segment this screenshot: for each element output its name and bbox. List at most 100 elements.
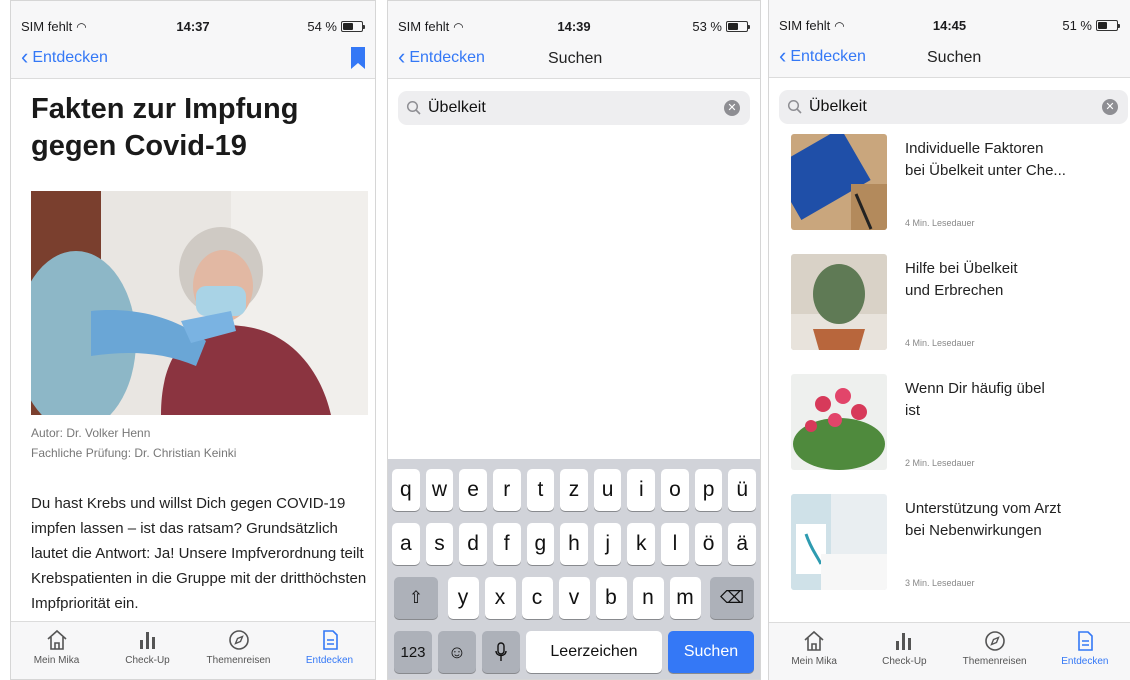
back-button[interactable]: ‹ Entdecken [398,45,485,67]
tab-entdecken[interactable]: Entdecken [1040,623,1130,680]
clear-icon[interactable]: ✕ [1102,99,1118,115]
tab-bar: Mein Mika Check-Up Themenreisen Entdecke… [769,622,1130,680]
bar-chart-icon [896,633,912,650]
key[interactable]: j [593,523,622,565]
key[interactable]: d [459,523,487,565]
article-title: Fakten zur Impfung gegen Covid-19 [31,93,299,162]
compass-icon [228,630,249,650]
clear-icon[interactable]: ✕ [724,100,740,116]
document-icon [322,630,338,650]
key[interactable]: s [425,523,454,565]
status-bar: SIM fehlt ◠ 14:39 53 % [388,1,760,41]
key[interactable]: v [558,577,590,619]
backspace-icon[interactable]: ⌫ [710,577,754,619]
result-item[interactable]: Individuelle Faktoren bei Übelkeit unter… [791,132,1130,252]
search-input[interactable]: Übelkeit [428,99,724,117]
tab-themenreisen[interactable]: Themenreisen [950,623,1040,680]
article-hero-image [31,191,368,415]
key[interactable]: x [484,577,516,619]
battery-percent: 54 % [307,19,337,34]
result-read-time: 2 Min. Lesedauer [905,458,975,468]
tab-check-up[interactable]: Check-Up [102,622,193,679]
search-field[interactable]: Übelkeit ✕ [779,90,1128,124]
space-key[interactable]: Leerzeichen [526,631,662,673]
result-title: Wenn Dir häufig übel ist [905,380,1045,419]
key[interactable]: l [661,523,689,565]
keyboard-row-2: a s d f g h j k l ö ä [391,523,757,565]
article-screen: SIM fehlt ◠ 14:37 54 % ‹ Entdecken Fakten … [10,0,376,680]
key[interactable]: r [492,469,521,511]
tab-label: Check-Up [882,656,927,667]
result-item[interactable]: Wenn Dir häufig übel ist 2 Min. Lesedaue… [791,372,1130,492]
tab-label: Check-Up [125,655,170,666]
home-icon [804,630,824,651]
microphone-icon[interactable] [482,631,520,673]
key[interactable]: e [459,469,487,511]
keyboard-row-1: q w e r t z u i o p ü [391,469,757,511]
shift-icon[interactable]: ⇧ [394,577,438,619]
keyboard-row-3-letters: y x c v b n m [447,577,701,619]
tab-entdecken[interactable]: Entdecken [284,622,375,679]
numbers-key[interactable]: 123 [394,631,432,673]
result-title: Hilfe bei Übelkeit und Erbrechen [905,260,1018,299]
key[interactable]: b [595,577,627,619]
key[interactable]: f [492,523,521,565]
key[interactable]: u [593,469,622,511]
search-icon [787,99,802,114]
battery-icon [341,21,365,32]
battery-indicator: 51 % [1062,18,1120,33]
key[interactable]: c [521,577,553,619]
key[interactable]: m [669,577,701,619]
keyboard-row-4: 123 ☺ Leerzeichen Suchen [392,631,756,673]
search-input[interactable]: Übelkeit [809,98,1102,116]
result-read-time: 4 Min. Lesedauer [905,338,975,348]
key[interactable]: t [526,469,555,511]
result-item[interactable]: Hilfe bei Übelkeit und Erbrechen 4 Min. … [791,252,1130,372]
tab-mein-mika[interactable]: Mein Mika [769,623,859,680]
back-button[interactable]: ‹ Entdecken [21,45,108,67]
key[interactable]: z [560,469,588,511]
key[interactable]: w [425,469,454,511]
key[interactable]: a [391,523,420,565]
tab-mein-mika[interactable]: Mein Mika [11,622,102,679]
key[interactable]: n [632,577,664,619]
search-submit-button[interactable]: Suchen [668,631,754,673]
key[interactable]: p [694,469,723,511]
key[interactable]: h [560,523,588,565]
tab-check-up[interactable]: Check-Up [859,623,949,680]
navigation-bar: ‹ Entdecken Suchen [388,41,760,79]
result-item[interactable]: Unterstützung vom Arzt bei Nebenwirkunge… [791,492,1130,612]
author-line: Autor: Dr. Volker Henn [31,426,151,440]
search-results-list: Individuelle Faktoren bei Übelkeit unter… [769,130,1130,622]
key[interactable]: ö [694,523,723,565]
key[interactable]: i [627,469,656,511]
result-thumbnail [791,494,887,590]
back-button[interactable]: ‹ Entdecken [779,42,866,68]
key[interactable]: ü [728,469,757,511]
review-line: Fachliche Prüfung: Dr. Christian Keinki [31,446,237,460]
key[interactable]: o [661,469,689,511]
tab-bar: Mein Mika Check-Up Themenreisen Entdecke… [11,621,375,679]
article-author: Autor: Dr. Volker Henn Fachliche Prüfung… [31,423,236,463]
key[interactable]: g [526,523,555,565]
key[interactable]: k [627,523,656,565]
battery-icon [1096,20,1120,31]
tab-label: Entdecken [305,655,354,666]
key[interactable]: q [391,469,420,511]
result-title: Individuelle Faktoren bei Übelkeit unter… [905,140,1066,179]
battery-percent: 51 % [1062,18,1092,33]
tab-themenreisen[interactable]: Themenreisen [193,622,284,679]
key[interactable]: ä [728,523,757,565]
tab-label: Themenreisen [962,656,1027,667]
keyboard-row-3: ⇧ y x c v b n m ⌫ [392,577,756,619]
search-field[interactable]: Übelkeit ✕ [398,91,750,125]
navigation-bar: ‹ Entdecken Suchen [769,40,1130,78]
chevron-left-icon: ‹ [779,42,787,68]
tab-label: Entdecken [1061,656,1109,667]
result-read-time: 4 Min. Lesedauer [905,218,975,228]
key[interactable]: y [447,577,479,619]
result-read-time: 3 Min. Lesedauer [905,578,975,588]
tab-label: Themenreisen [206,655,271,666]
emoji-icon[interactable]: ☺ [438,631,476,673]
bookmark-icon[interactable] [351,47,365,69]
